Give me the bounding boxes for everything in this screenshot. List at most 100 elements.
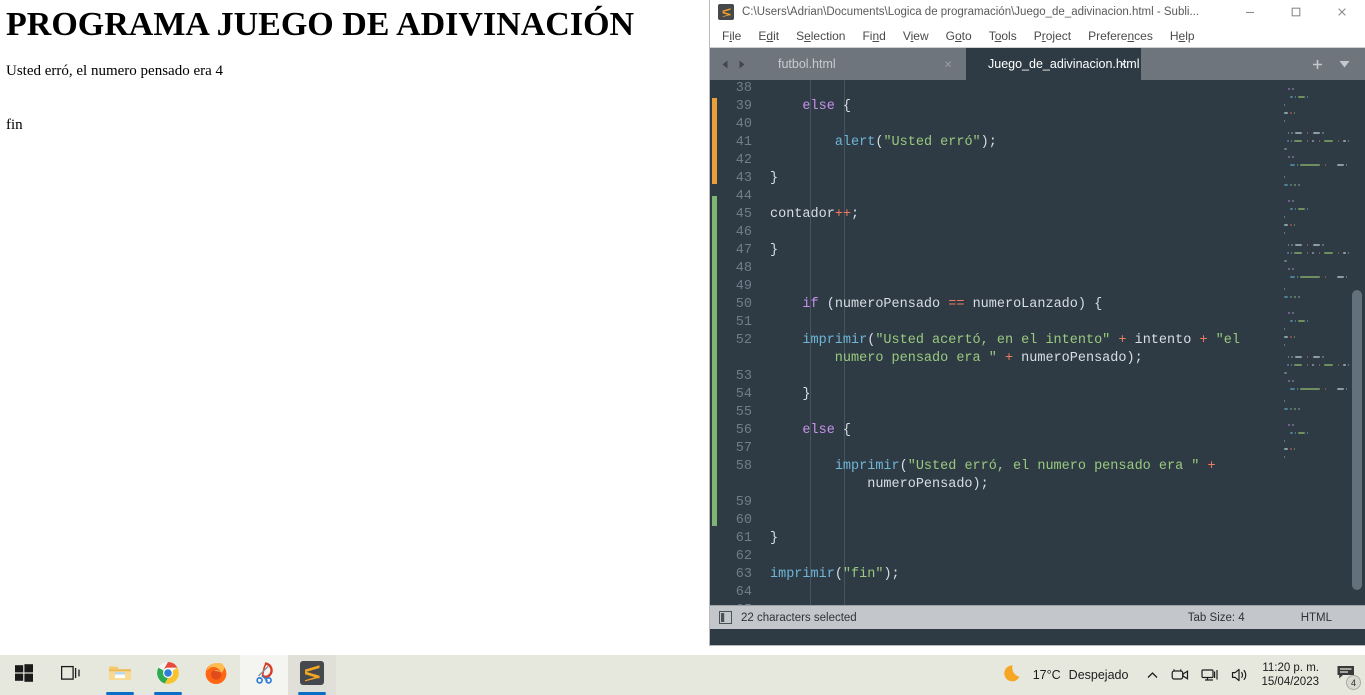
file-explorer-button[interactable] (96, 655, 144, 695)
code-line[interactable]: } (770, 242, 1280, 260)
code-line[interactable] (770, 80, 1280, 98)
minimap-line (1281, 600, 1349, 603)
minimap-line (1281, 372, 1349, 375)
minimap-line (1281, 580, 1349, 583)
firefox-icon (204, 661, 228, 690)
chevron-right-icon[interactable] (736, 59, 747, 70)
code-token: imprimir (802, 333, 868, 348)
start-button[interactable] (0, 655, 48, 695)
code-line[interactable] (770, 260, 1280, 278)
minimap-line (1281, 348, 1349, 351)
code-line[interactable] (770, 188, 1280, 206)
minimap-line (1281, 228, 1349, 231)
tab-scroll-controls[interactable] (710, 48, 756, 80)
chevron-left-icon[interactable] (720, 59, 731, 70)
code-text[interactable]: else { alert("Usted erró"); } contador++… (770, 80, 1280, 605)
minimap-line (1281, 268, 1349, 271)
minimap-line (1281, 124, 1349, 127)
new-tab-icon[interactable] (1311, 58, 1324, 71)
code-line[interactable]: } (770, 386, 1280, 404)
sublime-text-icon (718, 4, 734, 20)
tab-futbol-html[interactable]: futbol.html × (756, 48, 966, 80)
menu-item-view[interactable]: View (903, 29, 929, 43)
menu-item-preferences[interactable]: Preferences (1088, 29, 1153, 43)
minimap-line (1281, 476, 1349, 479)
syntax-status[interactable]: HTML (1301, 612, 1332, 624)
code-token: ); (972, 477, 989, 492)
chevron-up-icon[interactable] (1146, 669, 1159, 682)
firefox-button[interactable] (192, 655, 240, 695)
code-line[interactable]: else { (770, 422, 1280, 440)
menu-item-edit[interactable]: Edit (758, 29, 779, 43)
minimap-line (1281, 540, 1349, 543)
code-line[interactable]: contador++; (770, 206, 1280, 224)
code-line[interactable] (770, 368, 1280, 386)
code-line[interactable] (770, 512, 1280, 530)
menu-item-find[interactable]: Find (862, 29, 885, 43)
code-line[interactable]: } (770, 530, 1280, 548)
code-line[interactable]: imprimir("Usted erró, el numero pensado … (770, 458, 1280, 494)
code-line[interactable]: else { (770, 98, 1280, 116)
minimap-line (1281, 208, 1349, 211)
sublime-text-button[interactable] (288, 655, 336, 695)
minimize-button[interactable] (1227, 0, 1273, 24)
tab-close-icon[interactable]: × (944, 58, 952, 71)
weather-widget[interactable]: 17°C Despejado (1003, 662, 1128, 689)
close-button[interactable] (1319, 0, 1365, 24)
tab-juego-de-adivinacion-html[interactable]: Juego_de_adivinacion.html × (966, 48, 1141, 80)
network-icon[interactable] (1201, 667, 1219, 683)
window-titlebar[interactable]: C:\Users\Adrian\Documents\Logica de prog… (710, 0, 1365, 24)
clock[interactable]: 11:20 p. m. 15/04/2023 (1261, 661, 1319, 689)
code-editor[interactable]: 38 39 40 41 42 43 44 45 46 47 48 49 50 51 52 53 54 55 56 57… (710, 80, 1365, 605)
line-number: 49 (735, 279, 752, 294)
notification-center-button[interactable]: 4 (1333, 660, 1361, 690)
code-line[interactable] (770, 152, 1280, 170)
menu-item-project[interactable]: Project (1034, 29, 1071, 43)
menu-item-help[interactable]: Help (1170, 29, 1195, 43)
vertical-scrollbar[interactable] (1352, 80, 1362, 605)
code-line[interactable] (770, 278, 1280, 296)
code-line[interactable] (770, 314, 1280, 332)
tab-close-icon[interactable]: × (1119, 58, 1127, 71)
code-line[interactable]: imprimir("fin"); (770, 566, 1280, 584)
code-line[interactable] (770, 224, 1280, 242)
minimap-line (1281, 504, 1349, 507)
code-line[interactable] (770, 116, 1280, 134)
tab-size-status[interactable]: Tab Size: 4 (1188, 612, 1245, 624)
task-view-button[interactable] (48, 655, 96, 695)
minimap-line (1281, 92, 1349, 95)
minimap[interactable] (1281, 80, 1349, 605)
maximize-button[interactable] (1273, 0, 1319, 24)
chevron-down-icon[interactable] (1338, 59, 1351, 69)
minimap-line (1281, 408, 1349, 411)
code-line[interactable] (770, 584, 1280, 602)
code-token: + (1207, 459, 1216, 474)
scrollbar-thumb[interactable] (1352, 290, 1362, 590)
chrome-button[interactable] (144, 655, 192, 695)
line-number: 47 (735, 243, 752, 258)
code-line[interactable]: imprimir("Usted acertó, en el intento" +… (770, 332, 1280, 368)
code-line[interactable] (770, 494, 1280, 512)
code-token: numeroPensado (834, 297, 941, 312)
sidebar-toggle-icon[interactable] (719, 611, 732, 624)
code-line[interactable]: } (770, 170, 1280, 188)
code-line[interactable]: if (numeroPensado == numeroLanzado) { (770, 296, 1280, 314)
minimap-line (1281, 328, 1349, 331)
speaker-icon[interactable] (1231, 667, 1249, 683)
code-line[interactable] (770, 548, 1280, 566)
minimap-line (1281, 492, 1349, 495)
menu-item-tools[interactable]: Tools (989, 29, 1017, 43)
weather-temperature: 17°C (1032, 668, 1061, 682)
camera-icon[interactable] (1171, 667, 1189, 683)
menu-item-file[interactable]: File (722, 29, 741, 43)
code-line[interactable] (770, 440, 1280, 458)
minimap-line (1281, 144, 1349, 147)
snipping-tool-button[interactable] (240, 655, 288, 695)
code-line[interactable] (770, 404, 1280, 422)
code-line[interactable]: alert("Usted erró"); (770, 134, 1280, 152)
tab-label: Juego_de_adivinacion.html (988, 57, 1140, 71)
menu-item-goto[interactable]: Goto (946, 29, 972, 43)
menu-item-selection[interactable]: Selection (796, 29, 845, 43)
